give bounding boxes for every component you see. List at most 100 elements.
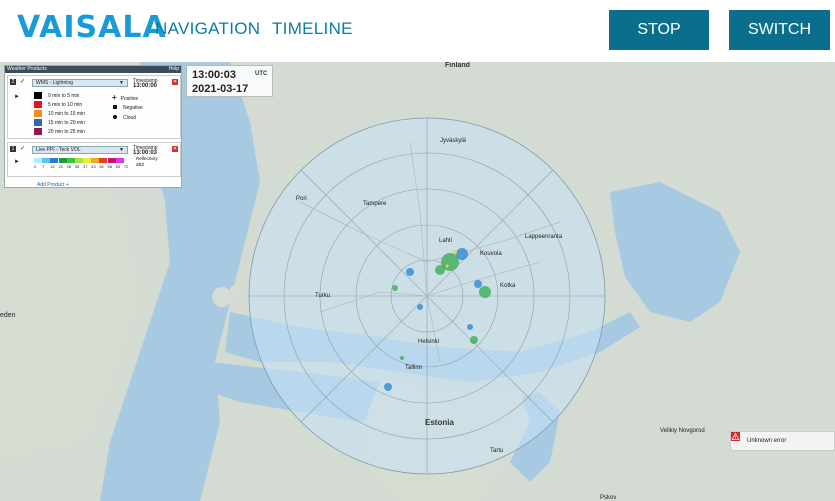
stop-button[interactable]: STOP [609,10,709,50]
scale-tick: 12 [50,164,55,169]
symbol-row: + Positive [112,94,138,103]
scale-tick: 52 [99,164,104,169]
product-select[interactable]: Live PPI - Teck VOL ▼ [32,146,128,154]
label-tampere: Tampere [363,201,387,207]
label-turku: Turku [315,293,330,299]
legend-label: 15 min to 20 min [48,120,85,126]
symbol-label: Positive [120,96,139,102]
symbol-label: Negative [123,105,143,111]
nav-timeline[interactable]: TIMELINE [272,19,353,39]
legend-swatch [34,110,42,118]
legend-swatch [34,119,42,127]
warning-icon [731,432,740,441]
scale-swatch [91,158,100,163]
layer-index: 2 [10,79,16,85]
legend-row: 5 min to 10 min [34,101,82,109]
scale-swatch [83,158,92,163]
legend-label: 10 min to 15 min [48,111,85,117]
label-tartu: Tartu [490,448,503,454]
label-kotka: Kotka [500,283,516,289]
unit-label: Reflectivity [136,156,158,161]
scale-tick: 28 [66,164,72,169]
visibility-toggle-icon[interactable]: ✓ [20,146,27,153]
label-pori: Pori [296,196,307,202]
product-select-value: Live PPI - Teck VOL [36,147,81,153]
switch-button[interactable]: SWITCH [729,10,830,50]
utc-label: UTC [255,71,268,77]
legend-row: 20 min to 25 min [34,128,85,136]
current-time: 13:00:03 [192,69,237,81]
layer-lightning: 2 ✓ WMS - Lightning ▼ Timestamp 13:00:00… [7,75,181,139]
scale-tick: 37 [83,164,88,169]
legend-label: 20 min to 25 min [48,129,85,135]
plus-icon: + [112,93,117,102]
product-select[interactable]: WMS - Lightning ▼ [32,79,128,87]
reflectivity-scale-ticks: 2 7 12 21 28 33 37 43 52 58 63 72 [34,164,132,170]
label-lappeenranta: Lappeenranta [525,234,563,240]
expand-arrow-icon[interactable]: ► [14,159,20,165]
label-kouvola: Kouvola [480,251,502,257]
current-date: 2021-03-17 [192,83,249,95]
layer-index: 1 [10,146,16,152]
chevron-down-icon: ▼ [119,80,124,86]
legend-swatch [34,128,42,136]
scale-swatch [58,158,67,163]
scale-swatch [99,158,108,163]
layer-live-ppi: 1 ✓ Live PPI - Teck VOL ▼ Timestamp 13:0… [7,142,181,177]
symbol-row: Negative [112,104,143,112]
scale-swatch [115,158,124,163]
unit-value: dBZ [136,162,145,167]
scale-swatch [107,158,116,163]
scale-swatch [50,158,59,163]
close-layer-button[interactable]: ✕ [172,146,178,152]
error-notification[interactable]: Unknown error [730,431,835,451]
scale-tick: 7 [42,164,45,169]
symbol-row: Cloud [112,114,136,122]
scale-swatch [66,158,75,163]
label-estonia: Estonia [425,418,454,427]
label-finland: Finland [445,62,470,69]
timestamp-value: 13:00:00 [133,83,158,89]
scale-tick: 21 [58,164,63,169]
label-pskov: Pskov [600,495,616,501]
label-helsinki: Helsinki [418,339,439,345]
vaisala-logo: VAISALA [17,10,167,45]
scale-tick: 2 [34,164,37,169]
dot-icon [113,115,117,119]
time-display: 13:00:03 UTC 2021-03-17 [186,65,273,97]
label-lahti: Lahti [439,238,452,244]
weather-products-panel: Weather Products Help 2 ✓ WMS - Lightnin… [4,65,182,188]
scale-swatch [42,158,51,163]
error-message: Unknown error [747,438,787,444]
app-header: VAISALA NAVIGATION TIMELINE STOP SWITCH [0,0,835,62]
panel-title: Weather Products Help [5,66,181,73]
legend-row: 0 min to 5 min [34,92,79,100]
product-select-value: WMS - Lightning [36,80,73,86]
scale-tick: 72 [123,164,129,169]
scale-swatch [123,158,132,163]
visibility-toggle-icon[interactable]: ✓ [20,79,27,86]
legend-row: 15 min to 20 min [34,119,85,127]
label-sweden-fragment: eden [0,312,16,319]
square-icon [113,105,117,109]
add-product-button[interactable]: Add Product + [37,182,69,188]
nav-navigation[interactable]: NAVIGATION [155,19,260,39]
legend-label: 0 min to 5 min [48,93,80,99]
chevron-down-icon: ▼ [119,147,124,153]
radar-map[interactable]: Finland Estonia Helsinki Tallinn Tartu P… [0,62,835,501]
legend-row: 10 min to 15 min [34,110,85,118]
label-jyvaskyla: Jyväskylä [440,138,467,144]
label-velikiy-novgorod: Velikiy Novgorod [660,428,705,434]
legend-label: 5 min to 10 min [48,102,83,108]
scale-swatch [74,158,83,163]
legend-swatch [34,101,42,109]
help-link[interactable]: Help [169,66,179,73]
symbol-label: Cloud [123,115,137,121]
label-tallinn: Tallinn [405,365,422,371]
close-layer-button[interactable]: ✕ [172,79,178,85]
reflectivity-color-scale [34,158,132,163]
legend-swatch [34,92,42,100]
scale-tick: 58 [107,164,112,169]
scale-tick: 63 [115,164,121,169]
expand-arrow-icon[interactable]: ► [14,94,20,100]
